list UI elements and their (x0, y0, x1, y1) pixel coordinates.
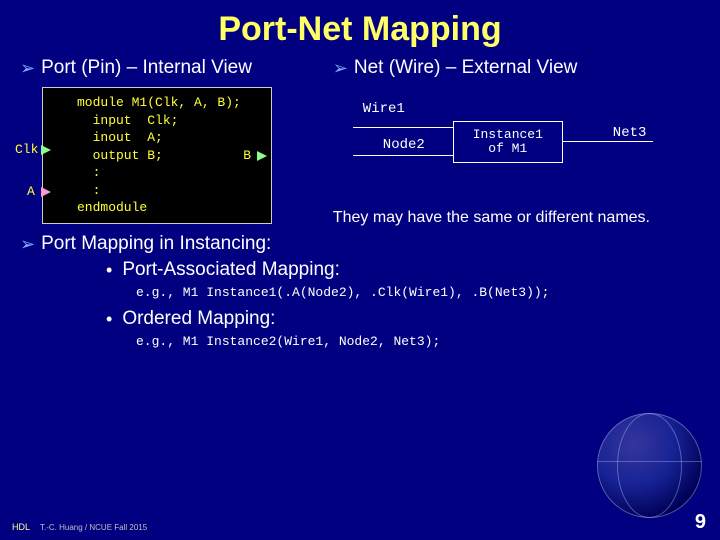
ordered-label: Ordered Mapping: (122, 308, 275, 330)
naming-note: They may have the same or different name… (333, 209, 700, 227)
instance-of: of M1 (454, 142, 562, 156)
slide-title: Port-Net Mapping (0, 0, 720, 57)
inout-arrow-icon (41, 187, 51, 197)
port-label-b: B (243, 148, 251, 163)
footer-hdl: HDL (12, 522, 30, 532)
code-line: module M1(Clk, A, B); (77, 94, 251, 112)
code-line: : (77, 164, 251, 182)
bullet-arrow-icon: ➢ (20, 58, 35, 79)
instance-box: Instance1 of M1 (453, 121, 563, 163)
left-heading: ➢ Port (Pin) – Internal View (20, 57, 333, 79)
footer-author: T.-C. Huang / NCUE Fall 2015 (40, 523, 147, 532)
right-heading-text: Net (Wire) – External View (354, 57, 578, 79)
code-line: input Clk; (77, 112, 251, 130)
footer-left: HDL T.-C. Huang / NCUE Fall 2015 (12, 522, 147, 532)
code-line: : (77, 182, 251, 200)
port-label-clk: Clk (15, 142, 38, 157)
bullet-dot-icon: • (106, 260, 112, 281)
bullet-arrow-icon: ➢ (333, 58, 348, 79)
ordered-example: e.g., M1 Instance2(Wire1, Node2, Net3); (136, 334, 700, 349)
slide-number: 9 (695, 511, 706, 534)
ordered-item: • Ordered Mapping: (106, 308, 700, 330)
port-label-a: A (27, 184, 35, 199)
input-arrow-icon (41, 145, 51, 155)
globe-icon (597, 413, 702, 518)
code-line: endmodule (77, 199, 251, 217)
bullet-dot-icon: • (106, 309, 112, 330)
mapping-heading: ➢ Port Mapping in Instancing: (20, 233, 700, 255)
bullet-arrow-icon: ➢ (20, 234, 35, 255)
port-associated-label: Port-Associated Mapping: (122, 259, 340, 281)
mapping-heading-text: Port Mapping in Instancing: (41, 233, 271, 255)
code-line: output B; (77, 147, 251, 165)
wire-label: Wire1 (363, 101, 405, 117)
node-label: Node2 (383, 137, 425, 153)
port-associated-item: • Port-Associated Mapping: (106, 259, 700, 281)
code-line: inout A; (77, 129, 251, 147)
output-arrow-icon (257, 151, 267, 161)
instance-name: Instance1 (454, 128, 562, 142)
verilog-code-box: Clk A B module M1(Clk, A, B); input Clk;… (42, 87, 272, 224)
right-heading: ➢ Net (Wire) – External View (333, 57, 700, 79)
net-label: Net3 (613, 125, 647, 141)
left-heading-text: Port (Pin) – Internal View (41, 57, 252, 79)
external-view-diagram: Wire1 Node2 Net3 Instance1 of M1 (333, 87, 700, 205)
port-associated-example: e.g., M1 Instance1(.A(Node2), .Clk(Wire1… (136, 285, 700, 300)
